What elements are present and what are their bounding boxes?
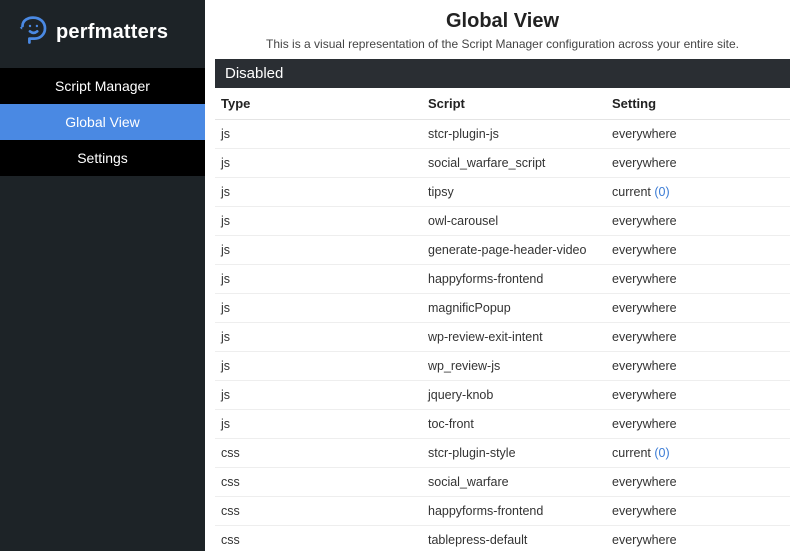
setting-value: current (612, 446, 651, 460)
cell-script: happyforms-frontend (422, 497, 606, 526)
sidebar: perfmatters Script Manager Global View S… (0, 0, 205, 551)
cell-setting: current (0) (606, 439, 790, 468)
cell-type: js (215, 410, 422, 439)
cell-type: js (215, 207, 422, 236)
table-row: jsgenerate-page-header-video everywhere (215, 236, 790, 265)
table-row: jsowl-carousel everywhere (215, 207, 790, 236)
cell-script: jquery-knob (422, 381, 606, 410)
brand-logo: perfmatters (0, 0, 205, 68)
cell-type: js (215, 352, 422, 381)
cell-script: social_warfare_script (422, 149, 606, 178)
setting-value: everywhere (612, 330, 677, 344)
setting-value: everywhere (612, 504, 677, 518)
nav-item-script-manager[interactable]: Script Manager (0, 68, 205, 104)
nav-item-label: Global View (65, 114, 139, 130)
nav-item-label: Settings (77, 150, 128, 166)
cell-type: js (215, 265, 422, 294)
cell-setting: everywhere (606, 526, 790, 551)
cell-setting: everywhere (606, 265, 790, 294)
cell-setting: everywhere (606, 497, 790, 526)
cell-setting: everywhere (606, 381, 790, 410)
cell-script: happyforms-frontend (422, 265, 606, 294)
cell-script: generate-page-header-video (422, 236, 606, 265)
page-header: Global View This is a visual representat… (205, 0, 800, 59)
setting-value: everywhere (612, 301, 677, 315)
setting-value: everywhere (612, 127, 677, 141)
cell-setting: everywhere (606, 149, 790, 178)
setting-count-link[interactable]: (0) (654, 446, 669, 460)
cell-script: wp_review-js (422, 352, 606, 381)
brand-name: perfmatters (56, 21, 168, 44)
setting-value: everywhere (612, 388, 677, 402)
nav-item-settings[interactable]: Settings (0, 140, 205, 176)
setting-value: everywhere (612, 533, 677, 547)
cell-type: css (215, 468, 422, 497)
setting-value: everywhere (612, 272, 677, 286)
cell-type: js (215, 294, 422, 323)
table-row: cssstcr-plugin-stylecurrent (0) (215, 439, 790, 468)
table-row: jstoc-front everywhere (215, 410, 790, 439)
col-header-script: Script (422, 88, 606, 120)
cell-script: stcr-plugin-style (422, 439, 606, 468)
cell-setting: everywhere (606, 323, 790, 352)
page-subtitle: This is a visual representation of the S… (221, 37, 784, 51)
table-row: csstablepress-default everywhere (215, 526, 790, 551)
setting-count-link[interactable]: (0) (654, 185, 669, 199)
cell-type: js (215, 381, 422, 410)
cell-script: tipsy (422, 178, 606, 207)
col-header-setting: Setting (606, 88, 790, 120)
setting-value: everywhere (612, 214, 677, 228)
section-title-disabled: Disabled (215, 59, 790, 88)
nav-item-global-view[interactable]: Global View (0, 104, 205, 140)
cell-type: js (215, 120, 422, 149)
cell-script: toc-front (422, 410, 606, 439)
setting-value: everywhere (612, 417, 677, 431)
table-row: jsstcr-plugin-js everywhere (215, 120, 790, 149)
main-content: Global View This is a visual representat… (205, 0, 800, 551)
table-row: jsjquery-knob everywhere (215, 381, 790, 410)
nav-item-label: Script Manager (55, 78, 150, 94)
cell-setting: everywhere (606, 207, 790, 236)
cell-type: js (215, 149, 422, 178)
disabled-table: Type Script Setting jsstcr-plugin-jsever… (215, 88, 790, 551)
cell-type: js (215, 178, 422, 207)
col-header-type: Type (215, 88, 422, 120)
table-row: jswp_review-js everywhere (215, 352, 790, 381)
cell-type: css (215, 497, 422, 526)
table-row: csshappyforms-frontend everywhere (215, 497, 790, 526)
cell-script: tablepress-default (422, 526, 606, 551)
setting-value: everywhere (612, 156, 677, 170)
setting-value: everywhere (612, 359, 677, 373)
cell-setting: everywhere (606, 410, 790, 439)
table-row: csssocial_warfare everywhere (215, 468, 790, 497)
table-row: jstipsycurrent (0) (215, 178, 790, 207)
cell-type: js (215, 236, 422, 265)
cell-setting: everywhere (606, 352, 790, 381)
cell-setting: everywhere (606, 236, 790, 265)
table-row: jsmagnificPopup everywhere (215, 294, 790, 323)
disabled-table-wrap: Type Script Setting jsstcr-plugin-jsever… (205, 88, 800, 551)
cell-type: css (215, 526, 422, 551)
cell-setting: everywhere (606, 468, 790, 497)
table-row: jssocial_warfare_script everywhere (215, 149, 790, 178)
setting-value: everywhere (612, 475, 677, 489)
cell-script: wp-review-exit-intent (422, 323, 606, 352)
cell-setting: everywhere (606, 294, 790, 323)
setting-value: everywhere (612, 243, 677, 257)
page-title: Global View (221, 10, 784, 33)
setting-value: current (612, 185, 651, 199)
cell-script: owl-carousel (422, 207, 606, 236)
cell-type: js (215, 323, 422, 352)
cell-script: magnificPopup (422, 294, 606, 323)
cell-setting: current (0) (606, 178, 790, 207)
logo-icon (18, 14, 48, 50)
table-row: jshappyforms-frontend everywhere (215, 265, 790, 294)
cell-script: social_warfare (422, 468, 606, 497)
cell-script: stcr-plugin-js (422, 120, 606, 149)
table-row: jswp-review-exit-intent everywhere (215, 323, 790, 352)
cell-setting: everywhere (606, 120, 790, 149)
cell-type: css (215, 439, 422, 468)
